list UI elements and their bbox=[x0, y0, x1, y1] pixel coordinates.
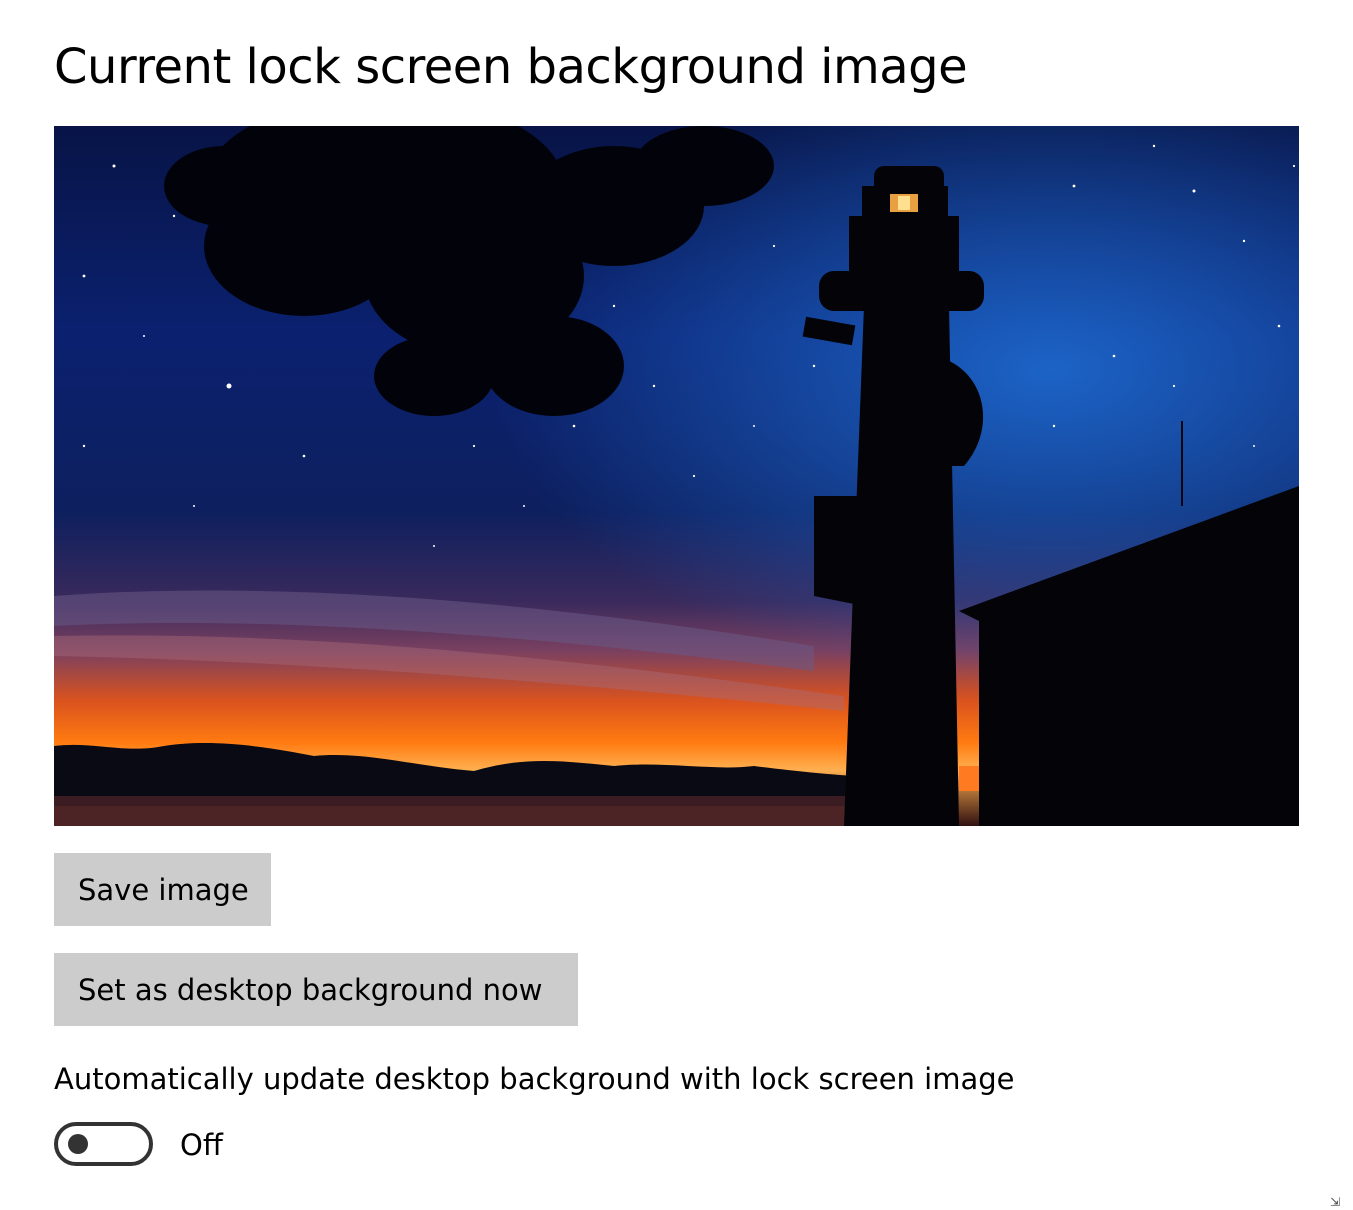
toggle-state-label: Off bbox=[180, 1128, 223, 1162]
set-desktop-background-button[interactable]: Set as desktop background now bbox=[54, 953, 578, 1026]
auto-update-label: Automatically update desktop background … bbox=[54, 1062, 1015, 1096]
save-image-button[interactable]: Save image bbox=[54, 853, 271, 926]
lock-screen-preview-image bbox=[54, 126, 1299, 826]
resize-grip-icon: ⇲ bbox=[1330, 1195, 1341, 1209]
page-title: Current lock screen background image bbox=[54, 39, 968, 95]
lighthouse-night-photo bbox=[54, 126, 1299, 826]
toggle-knob bbox=[68, 1134, 88, 1154]
auto-update-toggle[interactable] bbox=[54, 1122, 153, 1166]
